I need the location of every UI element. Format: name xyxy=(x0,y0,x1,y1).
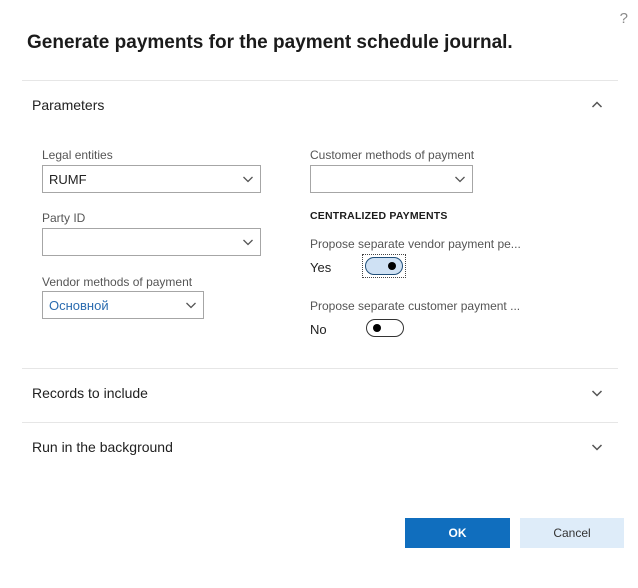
legal-entities-select[interactable]: RUMF xyxy=(42,165,261,193)
chevron-down-icon[interactable] xyxy=(590,440,604,454)
chevron-down-icon xyxy=(185,299,197,311)
toggle-knob xyxy=(373,324,381,332)
section-title-background: Run in the background xyxy=(32,439,173,455)
customer-methods-select[interactable] xyxy=(310,165,473,193)
cancel-button[interactable]: Cancel xyxy=(520,518,624,548)
toggle-knob xyxy=(388,262,396,270)
vendor-separate-label: Propose separate vendor payment pe... xyxy=(310,237,521,251)
section-title-parameters: Parameters xyxy=(32,97,105,113)
customer-separate-toggle[interactable] xyxy=(364,317,406,339)
toggle-switch xyxy=(365,257,403,275)
chevron-down-icon[interactable] xyxy=(590,386,604,400)
party-id-select[interactable] xyxy=(42,228,261,256)
legal-entities-value: RUMF xyxy=(49,171,87,187)
vendor-separate-state: Yes xyxy=(310,260,332,275)
chevron-down-icon xyxy=(242,236,254,248)
vendor-separate-toggle[interactable] xyxy=(362,254,406,278)
dialog-title: Generate payments for the payment schedu… xyxy=(27,32,513,53)
customer-separate-state: No xyxy=(310,322,327,337)
customer-separate-label: Propose separate customer payment ... xyxy=(310,299,521,313)
divider xyxy=(22,368,618,369)
divider xyxy=(22,80,618,81)
party-id-label: Party ID xyxy=(42,211,86,225)
vendor-methods-value: Основной xyxy=(49,297,109,313)
chevron-down-icon xyxy=(242,173,254,185)
ok-button[interactable]: OK xyxy=(405,518,510,548)
toggle-switch xyxy=(366,319,404,337)
vendor-methods-label: Vendor methods of payment xyxy=(42,275,193,289)
section-title-records: Records to include xyxy=(32,385,148,401)
chevron-down-icon xyxy=(454,173,466,185)
centralized-payments-heading: CENTRALIZED PAYMENTS xyxy=(310,210,448,222)
legal-entities-label: Legal entities xyxy=(42,148,113,162)
vendor-methods-select[interactable]: Основной xyxy=(42,291,204,319)
chevron-up-icon[interactable] xyxy=(590,98,604,112)
customer-methods-label: Customer methods of payment xyxy=(310,148,475,162)
help-icon[interactable]: ? xyxy=(620,10,628,27)
divider xyxy=(22,422,618,423)
